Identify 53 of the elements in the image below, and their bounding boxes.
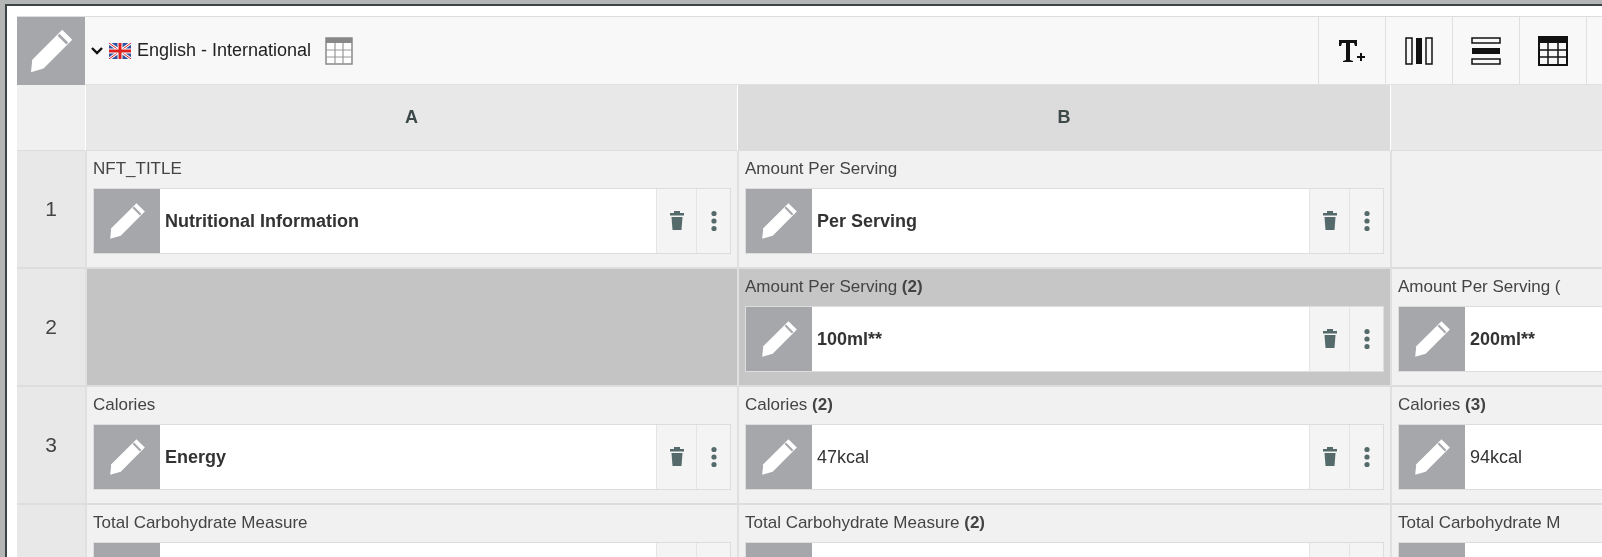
edit-button[interactable]	[746, 189, 812, 253]
trash-icon	[1321, 446, 1338, 468]
columns-icon	[1403, 34, 1435, 67]
edit-button[interactable]	[746, 425, 812, 489]
cell-value: Per Serving	[817, 210, 918, 232]
cell-label: Calories (3)	[1398, 394, 1486, 416]
trash-icon	[668, 446, 685, 468]
more-button[interactable]	[1349, 307, 1383, 371]
column-header[interactable]: B	[737, 85, 1390, 151]
cell-value: 47kcal	[817, 446, 870, 468]
rows-icon	[1470, 34, 1502, 67]
cell-label: Amount Per Serving (2)	[745, 276, 923, 298]
edit-button[interactable]	[17, 17, 85, 85]
more-button[interactable]	[1349, 189, 1383, 253]
delete-button[interactable]	[656, 189, 696, 253]
cell-value: 94kcal	[1470, 446, 1523, 468]
cell-label: Total Carbohydrate Measure (2)	[745, 512, 985, 534]
edit-button[interactable]	[1399, 425, 1465, 489]
delete-button[interactable]	[1309, 425, 1349, 489]
cell-label: Amount Per Serving	[745, 158, 898, 180]
cell-label: Total Carbohydrate M	[1398, 512, 1561, 534]
cell-label: NFT_TITLE	[93, 158, 182, 180]
row-number: 1	[17, 151, 85, 269]
column-header[interactable]: A	[85, 85, 737, 151]
cell-value: 200ml**	[1470, 328, 1536, 350]
delete-button[interactable]	[1309, 189, 1349, 253]
cell-value: Nutritional Information	[165, 210, 359, 232]
cell-label: Total Carbohydrate Measure	[93, 512, 308, 534]
trash-icon	[668, 210, 685, 232]
row-number: 2	[17, 269, 85, 387]
delete-button[interactable]	[1309, 307, 1349, 371]
edit-button[interactable]	[746, 307, 812, 371]
more-button[interactable]	[696, 189, 730, 253]
edit-button[interactable]	[1399, 307, 1465, 371]
table-icon[interactable]	[325, 36, 354, 65]
table-icon	[1537, 34, 1569, 67]
cell-label: Amount Per Serving (	[1398, 276, 1561, 298]
cell-value: Energy	[165, 446, 227, 468]
header-corner	[17, 85, 85, 151]
language-dropdown[interactable]: English - International	[91, 40, 312, 61]
edit-button[interactable]	[94, 189, 160, 253]
more-button[interactable]	[696, 425, 730, 489]
cell-label: Calories (2)	[745, 394, 833, 416]
trash-icon	[1321, 328, 1338, 350]
cell-label: Calories	[93, 394, 156, 416]
edit-button[interactable]	[94, 425, 160, 489]
more-button[interactable]	[1349, 425, 1383, 489]
flag-icon	[109, 42, 131, 59]
chevron-down-icon	[91, 45, 103, 56]
cell-value: 100ml**	[817, 328, 883, 350]
delete-button[interactable]	[656, 425, 696, 489]
row-number: 3	[17, 387, 85, 505]
trash-icon	[1321, 210, 1338, 232]
